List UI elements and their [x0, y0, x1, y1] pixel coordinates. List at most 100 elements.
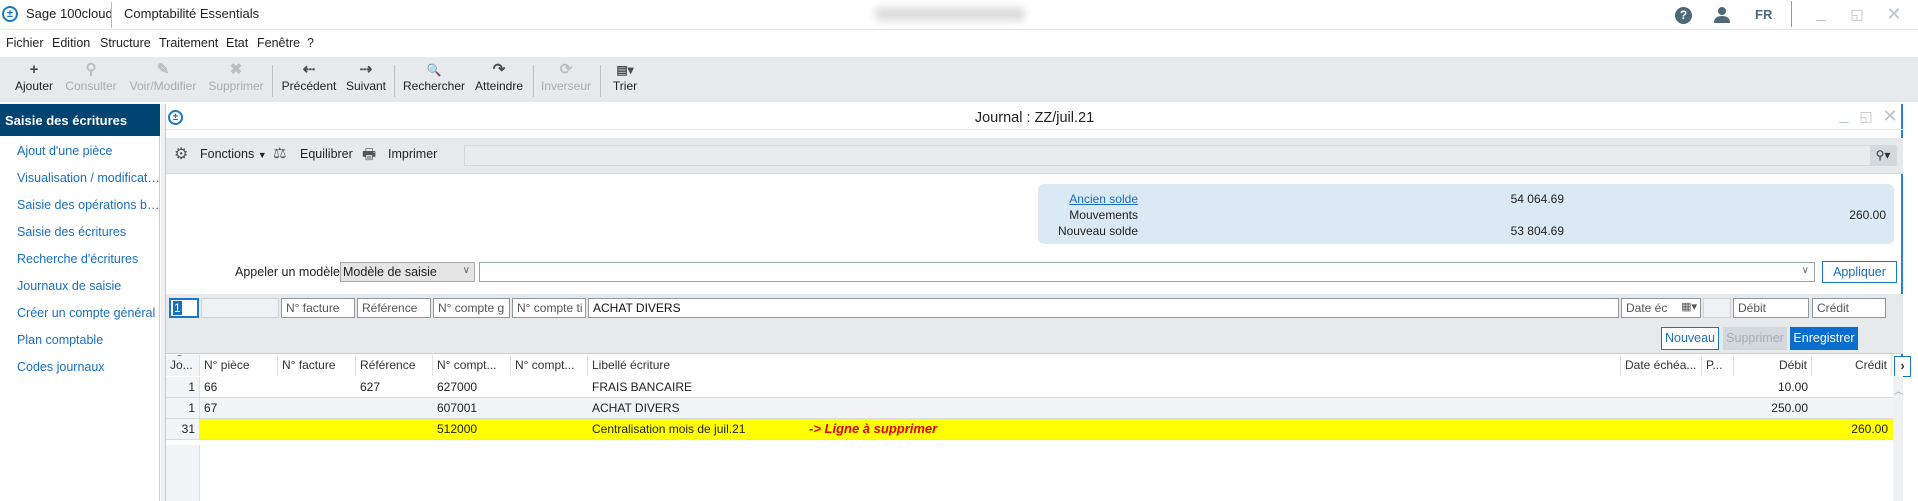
- debit-field[interactable]: Débit: [1733, 298, 1809, 318]
- menu-structure[interactable]: Structure: [100, 36, 151, 50]
- menu-bar: Fichier Edition Structure Traitement Eta…: [0, 33, 1918, 55]
- suivant-button[interactable]: ⇢ Suivant: [342, 61, 390, 101]
- sidebar-item-recherche[interactable]: Recherche d'écritures: [17, 252, 160, 266]
- fonctions-menu[interactable]: Fonctions ▼: [200, 147, 267, 161]
- scale-icon: ⚖: [273, 145, 287, 162]
- sidebar-item-saisie-ecritures[interactable]: Saisie des écritures: [17, 225, 160, 239]
- col-header-facture[interactable]: N° facture: [278, 355, 356, 376]
- minimize-icon[interactable]: _: [1810, 4, 1832, 24]
- sage-logo-icon: ±: [2, 6, 18, 22]
- col-header-debit[interactable]: Débit: [1734, 355, 1812, 376]
- menu-fenetre[interactable]: Fenêtre: [257, 36, 300, 50]
- cell-piece: 66: [204, 380, 218, 394]
- mouvements-value: 260.00: [1849, 208, 1886, 222]
- cell-facture: [278, 398, 356, 418]
- cell-compte-g: 607001: [437, 401, 478, 415]
- close-icon[interactable]: ✕: [1879, 106, 1901, 126]
- col-header-p[interactable]: P...: [1702, 355, 1734, 376]
- cell-compte-t: [511, 419, 588, 439]
- journal-toolbar: ⚙ Fonctions ▼ ⚖ Equilibrer 🖶 Imprimer ⚲▾: [166, 138, 1903, 174]
- p-field[interactable]: [1703, 298, 1731, 318]
- main-toolbar: + Ajouter ⚲ Consulter ✎ Voir/Modifier ✖ Supp…: [0, 57, 1918, 102]
- scroll-up-icon[interactable]: ︿: [1894, 384, 1903, 397]
- sidebar-item-creer-compte[interactable]: Créer un compte général: [17, 306, 160, 320]
- precedent-button[interactable]: ⇠ Précédent: [280, 61, 338, 101]
- nouveau-button[interactable]: Nouveau: [1661, 327, 1719, 350]
- modele-combo[interactable]: ∨: [479, 262, 1815, 282]
- vertical-scrollbar[interactable]: ︿: [1893, 376, 1903, 501]
- cell-debit: 10.00: [1777, 380, 1808, 394]
- restore-icon[interactable]: ◱: [1855, 106, 1877, 126]
- minimize-icon[interactable]: _: [1833, 106, 1855, 126]
- help-icon[interactable]: ?: [1675, 7, 1692, 24]
- appliquer-button[interactable]: Appliquer: [1822, 261, 1897, 283]
- col-header-reference[interactable]: Référence: [356, 355, 433, 376]
- pencil-icon: ✎: [156, 61, 170, 78]
- language-selector[interactable]: FR: [1755, 7, 1772, 22]
- col-header-echeance[interactable]: Date échéa...: [1621, 355, 1702, 376]
- col-header-credit[interactable]: Crédit: [1812, 355, 1892, 376]
- user-icon[interactable]: [1713, 6, 1731, 24]
- enregistrer-button[interactable]: Enregistrer: [1790, 327, 1858, 350]
- table-row[interactable]: 1 66 627 627000 FRAIS BANCAIRE 10.00: [166, 377, 1893, 398]
- cell-libelle: FRAIS BANCAIRE: [592, 380, 693, 394]
- supprimer-button[interactable]: ✖ Supprimer: [206, 61, 266, 101]
- journal-window-titlebar: ± Journal : ZZ/juil.21 _ ◱ ✕: [166, 104, 1903, 130]
- supprimer-line-button[interactable]: Supprimer: [1723, 327, 1787, 350]
- search-icon[interactable]: ⚲▾: [1870, 146, 1896, 165]
- inverseur-button[interactable]: ⟳ Inverseur: [538, 61, 594, 101]
- sidebar-item-journaux[interactable]: Journaux de saisie: [17, 279, 160, 293]
- toolbar-separator: [394, 65, 395, 97]
- table-row[interactable]: 31 512000 Centralisation mois de juil.21 26…: [166, 419, 1893, 440]
- col-header-jour[interactable]: ▲Jo...: [166, 355, 200, 376]
- col-header-compte-tiers[interactable]: N° compt...: [511, 355, 588, 376]
- consulter-button[interactable]: ⚲ Consulter: [62, 61, 120, 101]
- sidebar-item-operations-bancaires[interactable]: Saisie des opérations ban...: [17, 198, 160, 212]
- piece-field[interactable]: [201, 298, 279, 318]
- menu-traitement[interactable]: Traitement: [159, 36, 218, 50]
- menu-etat[interactable]: Etat: [226, 36, 248, 50]
- sidebar-item-ajout-piece[interactable]: Ajout d'une pièce: [17, 144, 160, 158]
- libelle-field[interactable]: ACHAT DIVERS: [588, 298, 1619, 318]
- jour-field[interactable]: 1: [169, 298, 199, 318]
- sidebar-item-visualisation[interactable]: Visualisation / modificati...: [17, 171, 160, 185]
- menu-fichier[interactable]: Fichier: [6, 36, 44, 50]
- plus-icon: +: [29, 61, 39, 78]
- date-echeance-field[interactable]: Date éc ▦▾: [1621, 298, 1701, 318]
- scroll-columns-right-icon[interactable]: ›: [1894, 356, 1911, 377]
- col-header-compte-general[interactable]: N° compt...: [433, 355, 511, 376]
- title-divider: [111, 2, 112, 28]
- arrow-left-icon: ⇠: [302, 61, 316, 78]
- cell-reference: 627: [360, 380, 381, 394]
- col-header-piece[interactable]: N° pièce: [200, 355, 278, 376]
- restore-icon[interactable]: ◱: [1846, 4, 1868, 24]
- journal-window-title: Journal : ZZ/juil.21: [974, 110, 1095, 126]
- atteindre-button[interactable]: ↷ Atteindre: [472, 61, 526, 101]
- col-header-libelle[interactable]: Libellé écriture: [588, 355, 1621, 376]
- ancien-solde-link[interactable]: Ancien solde: [1069, 192, 1138, 206]
- compte-general-field[interactable]: N° compte g: [433, 298, 510, 318]
- reference-field[interactable]: Référence: [357, 298, 431, 318]
- sidebar-item-codes-journaux[interactable]: Codes journaux: [17, 360, 160, 374]
- equilibrer-button[interactable]: Equilibrer: [300, 147, 353, 161]
- trier-button[interactable]: ▤▾ Trier: [608, 61, 642, 101]
- imprimer-button[interactable]: Imprimer: [388, 147, 437, 161]
- facture-field[interactable]: N° facture: [281, 298, 355, 318]
- cell-echeance: [1621, 398, 1702, 418]
- rechercher-button[interactable]: 🔍 Rechercher: [402, 61, 466, 101]
- nouveau-solde-value: 53 804.69: [1510, 224, 1564, 238]
- cell-debit: 250.00: [1771, 401, 1808, 415]
- voir-modifier-button[interactable]: ✎ Voir/Modifier: [124, 61, 202, 101]
- close-icon[interactable]: ✕: [1883, 4, 1905, 24]
- table-row[interactable]: 1 67 607001 ACHAT DIVERS 250.00: [166, 398, 1893, 419]
- modele-select[interactable]: Modèle de saisie ∨: [340, 262, 475, 282]
- menu-edition[interactable]: Edition: [52, 36, 90, 50]
- calendar-icon[interactable]: ▦▾: [1681, 300, 1697, 313]
- sidebar-item-plan-comptable[interactable]: Plan comptable: [17, 333, 160, 347]
- cell-p: [1702, 377, 1734, 397]
- ajouter-button[interactable]: + Ajouter: [12, 61, 56, 101]
- compte-tiers-field[interactable]: N° compte ti: [512, 298, 586, 318]
- menu-help[interactable]: ?: [307, 36, 314, 50]
- credit-field[interactable]: Crédit: [1812, 298, 1886, 318]
- journal-search-input[interactable]: ⚲▾: [464, 145, 1897, 166]
